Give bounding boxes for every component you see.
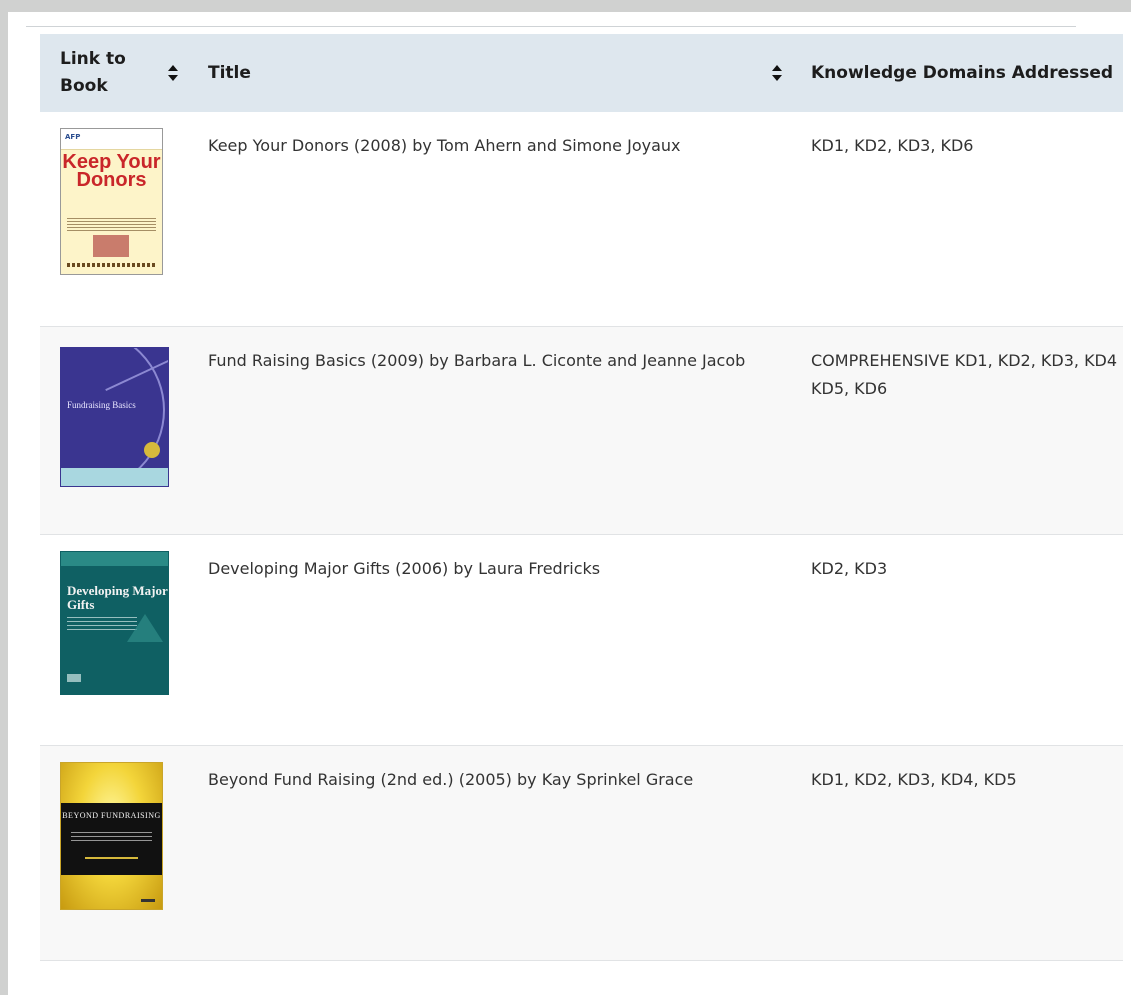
book-cover-keep-your-donors[interactable]: AFP Keep Your Donors [60, 128, 163, 275]
kd-line: KD5, KD6 [811, 379, 888, 398]
knowledge-domains: KD2, KD3 [811, 555, 1123, 583]
book-title: Beyond Fund Raising (2nd ed.) (2005) by … [208, 770, 694, 789]
column-header-title[interactable]: Title [208, 34, 628, 112]
book-title: Fund Raising Basics (2009) by Barbara L.… [208, 351, 746, 370]
cover-title: Keep Your Donors [62, 151, 161, 191]
sort-icon[interactable] [771, 65, 783, 81]
knowledge-domains: COMPREHENSIVE KD1, KD2, KD3, KD4 KD5, KD… [811, 347, 1123, 403]
kd-line: KD1, KD2, KD3, KD6 [811, 136, 974, 155]
kd-line: KD2, KD3 [811, 559, 888, 578]
book-title: Keep Your Donors (2008) by Tom Ahern and… [208, 136, 681, 155]
books-table: Link to Book Title Knowledge Domains Add… [40, 34, 1123, 983]
table-row: Developing Major Gifts Developing Major … [40, 535, 1123, 746]
book-cover-fundraising-basics[interactable]: Fundraising Basics [60, 347, 169, 487]
cover-title: Fundraising Basics [67, 400, 136, 410]
table-row: BEYOND FUNDRAISING Beyond Fund Raising (… [40, 746, 1123, 961]
cover-title: Developing Major Gifts [67, 583, 168, 612]
kd-line: KD1, KD2, KD3, KD4, KD5 [811, 770, 1017, 789]
book-cover-beyond-fundraising[interactable]: BEYOND FUNDRAISING [60, 762, 163, 910]
column-header-knowledge-domains[interactable]: Knowledge Domains Addressed [811, 34, 1123, 112]
book-cover-developing-major-gifts[interactable]: Developing Major Gifts [60, 551, 169, 695]
table-row: AFP Keep Your Donors Keep Your Donors (2… [40, 112, 1123, 327]
knowledge-domains: KD1, KD2, KD3, KD6 [811, 132, 1123, 160]
column-header-link[interactable]: Link to Book [60, 34, 165, 112]
table-header: Link to Book Title Knowledge Domains Add… [40, 34, 1123, 112]
table-row: Fundraising Basics Fund Raising Basics (… [40, 327, 1123, 535]
book-title: Developing Major Gifts (2006) by Laura F… [208, 559, 601, 578]
cover-title: BEYOND FUNDRAISING [62, 811, 161, 820]
top-divider [26, 26, 1076, 27]
sort-icon[interactable] [167, 65, 179, 81]
cover-publisher: AFP [65, 133, 81, 141]
knowledge-domains: KD1, KD2, KD3, KD4, KD5 [811, 766, 1123, 794]
kd-line: COMPREHENSIVE KD1, KD2, KD3, KD4 [811, 351, 1118, 370]
